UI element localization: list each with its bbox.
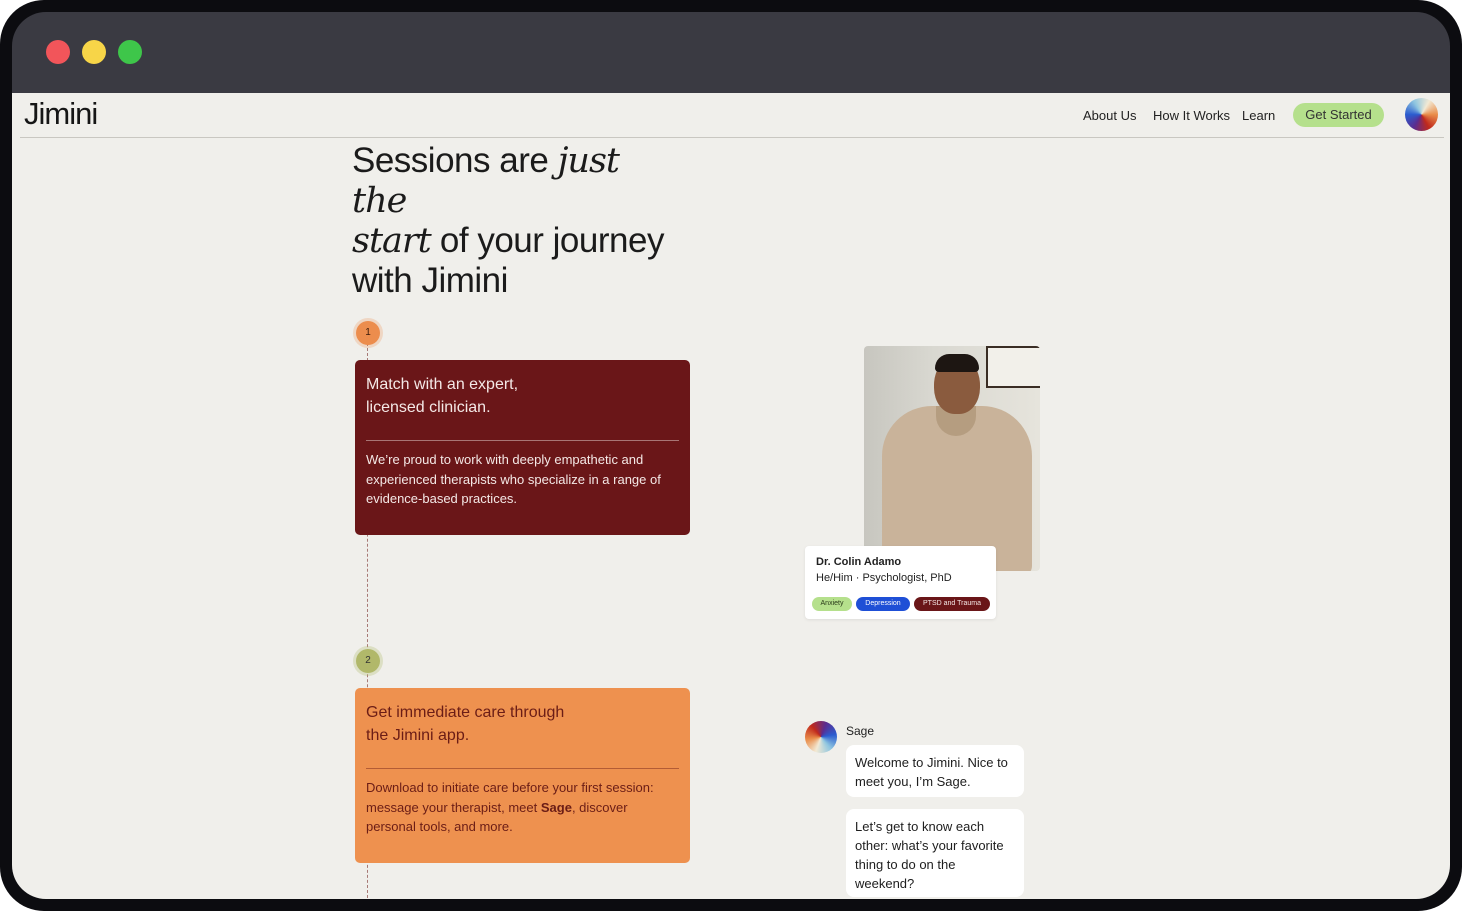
device-frame: Jimini About Us How It Works Learn Get S… [0,0,1462,911]
window-titlebar [12,12,1450,93]
nav-about-us[interactable]: About Us [1083,108,1136,123]
tag-ptsd-and-trauma: PTSD and Trauma [914,597,990,611]
chat-sender-name: Sage [846,724,875,738]
step-1-card: Match with an expert, licensed clinician… [355,360,690,535]
card-divider [366,768,679,769]
step-2-title: Get immediate care through the Jimini ap… [366,701,606,747]
wall-picture [986,346,1040,388]
gradient-orb-icon[interactable] [1405,98,1438,131]
step-2-title-line2: the Jimini app. [366,727,470,744]
person-hair [935,354,979,372]
maximize-window-button[interactable] [118,40,142,64]
step-2-marker: 2 [356,649,380,673]
headline-text: of your journey [430,221,665,260]
clinician-profile-card: Dr. Colin Adamo He/Him · Psychologist, P… [805,546,996,619]
headline-text: Sessions are [352,141,558,180]
headline-italic-text: start [352,221,432,261]
chat-message: Welcome to Jimini. Nice to meet you, I’m… [846,745,1024,797]
nav-divider [20,137,1444,138]
clinician-photo [864,346,1040,571]
step-1-title-line1: Match with an expert, [366,376,519,393]
get-started-button[interactable]: Get Started [1293,103,1384,127]
jimini-logo[interactable]: Jimini [24,96,98,132]
tag-depression: Depression [856,597,910,611]
card-divider [366,440,679,441]
step-1-marker: 1 [356,321,380,345]
step-1-title-line2: licensed clinician. [366,399,491,416]
step-2-title-line1: Get immediate care through [366,704,565,721]
nav-learn[interactable]: Learn [1242,108,1275,123]
step-1-body: We’re proud to work with deeply empathet… [366,452,661,506]
page-headline: Sessions are just the start of your jour… [352,141,672,300]
step-2-card: Get immediate care through the Jimini ap… [355,688,690,863]
nav-how-it-works[interactable]: How It Works [1153,108,1230,123]
sage-avatar-icon [805,721,837,753]
close-window-button[interactable] [46,40,70,64]
step-1-title: Match with an expert, licensed clinician… [366,373,606,419]
web-page: Jimini About Us How It Works Learn Get S… [12,93,1450,899]
clinician-role: He/Him · Psychologist, PhD [816,572,952,584]
sage-mention: Sage [540,799,572,815]
clinician-name: Dr. Colin Adamo [816,556,902,568]
chat-message: Let’s get to know each other: what’s you… [846,809,1024,897]
headline-text: with Jimini [352,261,508,300]
tag-anxiety: Anxiety [812,597,852,611]
minimize-window-button[interactable] [82,40,106,64]
step-2-body: Download to initiate care before your fi… [366,778,681,837]
